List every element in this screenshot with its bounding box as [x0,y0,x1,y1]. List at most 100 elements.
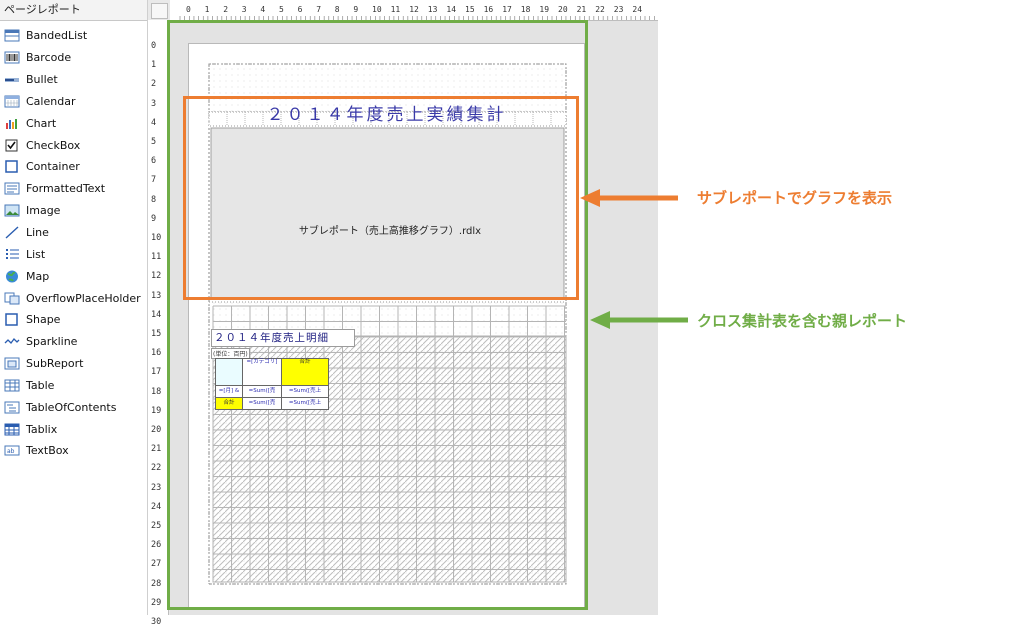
toolbox-item-overflowplaceholder[interactable]: OverflowPlaceHolder [0,287,147,309]
subreport-highlight [183,96,579,300]
toolbox-item-label: SubReport [26,357,84,371]
subreport-annotation: サブレポートでグラフを表示 [697,189,893,207]
green-arrow-icon [590,311,688,329]
toolbox-item-label: TextBox [26,444,69,458]
toolbox-item-label: FormattedText [26,182,106,196]
toolbox-item-label: Sparkline [26,335,78,349]
ruler-tick-label: 24 [151,501,162,512]
horizontal-ruler: 0 1 2 3 4 5 6 7 8 9 10 11 12 13 14 15 16 17 18 19 20 21 22 23 24 [170,0,658,21]
toolbox-item-label: List [26,247,46,261]
ruler-tick-label: 1 [151,60,157,71]
toolbox-item-label: Table [26,378,55,392]
calendar-icon [4,95,20,108]
container-icon [4,160,20,174]
toolbox-item-label: Image [26,204,61,218]
ruler-tick-label: 14 [151,309,162,320]
ruler-tick-label: 28 [151,578,162,589]
ruler-tick-label: 18 [151,386,162,397]
ruler-tick-label: 11 [151,252,162,263]
toolbox-panel: ページレポート BandedList Barcode Bullet Calendar C… [0,0,148,615]
toolbox-item-image[interactable]: Image [0,200,147,222]
ruler-tick-label: 10 [151,233,162,243]
toolbox-title: ページレポート [0,0,147,21]
ruler-tick-label: 30 [151,617,162,627]
toolbox-item-formattedtext[interactable]: FormattedText [0,178,147,200]
parent-report-annotation: クロス集計表を含む親レポート [697,312,908,330]
toolbox-item-label: Tablix [26,422,58,436]
ruler-tick-label: 12 [151,271,162,282]
sparkline-icon [4,335,20,348]
map-icon [4,270,20,283]
toolbox-item-shape[interactable]: Shape [0,309,147,331]
toolbox-item-label: Line [26,226,49,240]
ruler-tick-label: 25 [151,521,162,531]
toolbox-item-textbox[interactable]: ab TextBox [0,440,147,462]
banded-list-icon [4,29,20,42]
vertical-ruler: 0 1 2 3 4 5 6 7 8 9 10 11 12 13 14 15 16 17 18 19 20 21 22 23 24… [148,20,169,627]
toolbox-item-bandedlist[interactable]: BandedList [0,25,147,47]
toolbox-item-table[interactable]: Table [0,375,147,397]
toolbox-item-checkbox[interactable]: CheckBox [0,134,147,156]
textbox-icon: ab [4,444,20,457]
bullet-icon [4,73,20,86]
ruler-tick-label: 2 [151,79,157,90]
toolbox-item-map[interactable]: Map [0,265,147,287]
shape-icon [4,313,20,327]
ruler-tick-label: 23 [151,482,162,493]
table-of-contents-icon [4,401,20,414]
ruler-tick-label: 20 [151,425,162,435]
toolbox-item-bullet[interactable]: Bullet [0,69,147,91]
ruler-tick-label: 22 [151,463,162,474]
subreport-icon [4,357,20,370]
toolbox-item-barcode[interactable]: Barcode [0,47,147,69]
toolbox-item-label: Calendar [26,94,76,108]
ruler-tick-label: 8 [151,194,157,205]
ruler-tick-label: 7 [151,175,157,186]
line-icon [4,226,20,239]
orange-arrow-icon [580,189,678,207]
toolbox-item-tablix[interactable]: Tablix [0,418,147,440]
ruler-tick-label: 26 [151,540,162,551]
toolbox-item-line[interactable]: Line [0,222,147,244]
toolbox-item-calendar[interactable]: Calendar [0,91,147,113]
ruler-tick-label: 16 [151,348,162,359]
ruler-tick-label: 15 [151,329,162,339]
tablix-icon [4,423,20,436]
report-designer: 0 1 2 3 4 5 6 7 8 9 10 11 12 13 14 15 16 17 18 19 20 21 22 23 24… [148,0,658,627]
toolbox-item-label: Shape [26,313,61,327]
toolbox-item-sparkline[interactable]: Sparkline [0,331,147,353]
toolbox-list: BandedList Barcode Bullet Calendar Chart Chec… [0,25,147,462]
ruler-tick-label: 19 [151,405,162,416]
ruler-tick-label: 17 [151,367,162,378]
toolbox-item-label: Container [26,160,80,174]
toolbox-item-label: Map [26,269,50,283]
toolbox-item-container[interactable]: Container [0,156,147,178]
table-icon [4,379,20,392]
ruler-tick-label: 29 [151,597,162,608]
svg-text:ab: ab [7,448,15,455]
ruler-tick-label: 9 [151,213,157,224]
toolbox-item-list[interactable]: List [0,243,147,265]
toolbox-item-label: OverflowPlaceHolder [26,291,141,305]
ruler-tick-label: 0 [151,41,157,51]
toolbox-item-tableofcontents[interactable]: TableOfContents [0,396,147,418]
toolbox-item-label: Bullet [26,73,58,87]
toolbox-item-subreport[interactable]: SubReport [0,353,147,375]
ruler-tick-label: 5 [151,137,157,147]
barcode-icon [4,51,20,64]
ruler-tick-label: 13 [151,290,162,301]
ruler-tick-label: 21 [151,444,162,455]
list-icon [4,248,20,261]
overflow-placeholder-icon [4,292,20,305]
ruler-tick-label: 3 [151,98,157,109]
ruler-corner[interactable] [151,3,168,19]
ruler-tick-label: 27 [151,559,162,570]
formatted-text-icon [4,182,20,195]
toolbox-item-chart[interactable]: Chart [0,112,147,134]
toolbox-item-label: CheckBox [26,138,81,152]
toolbox-item-label: BandedList [26,29,88,43]
toolbox-item-label: Chart [26,116,57,130]
toolbox-item-label: Barcode [26,51,72,65]
horizontal-ruler-ticks [179,16,655,20]
image-icon [4,204,20,217]
